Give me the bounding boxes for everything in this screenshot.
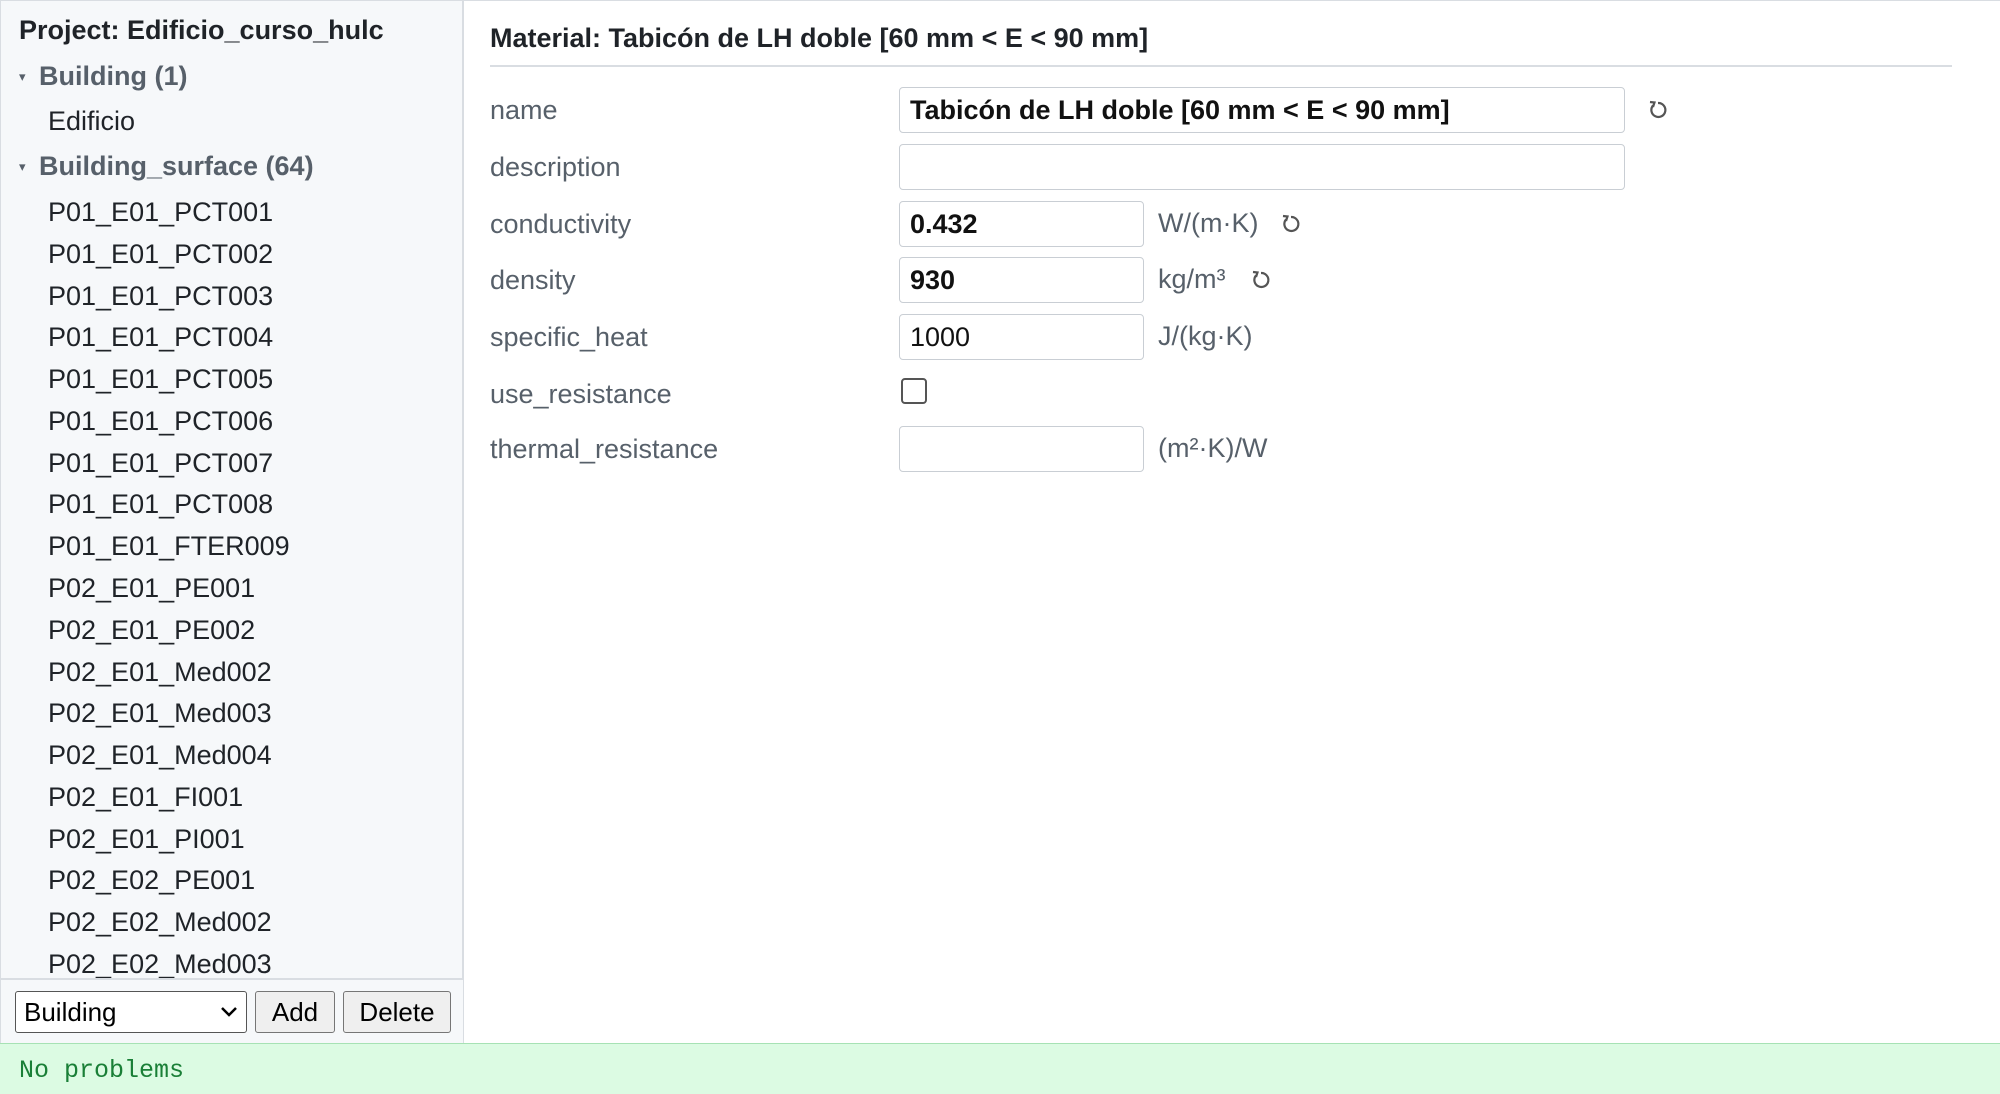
thermal-resistance-field[interactable]	[899, 426, 1144, 472]
tree-item[interactable]: P02_E01_FI001	[48, 782, 243, 813]
material-editor: Material: Tabicón de LH doble [60 mm < E…	[464, 0, 2000, 1043]
specific-heat-unit: J/(kg·K)	[1158, 321, 1253, 351]
project-tree[interactable]: Project: Edificio_curso_hulc ▾ Building …	[1, 1, 463, 978]
tree-item[interactable]: P01_E01_PCT006	[48, 406, 273, 437]
type-select-value: Building	[24, 996, 117, 1027]
delete-button[interactable]: Delete	[343, 991, 451, 1033]
tree-item[interactable]: P01_E01_PCT001	[48, 197, 273, 228]
chevron-down-icon	[220, 1002, 238, 1023]
use-resistance-label: use_resistance	[490, 379, 672, 409]
specific-heat-label: specific_heat	[490, 322, 648, 352]
tree-item[interactable]: Edificio	[48, 106, 135, 137]
add-button[interactable]: Add	[255, 991, 335, 1033]
title-divider	[490, 65, 1952, 67]
description-field[interactable]	[899, 144, 1625, 190]
thermal-resistance-label: thermal_resistance	[490, 434, 719, 464]
tree-item[interactable]: P01_E01_PCT005	[48, 364, 273, 395]
tree-item[interactable]: P01_E01_PCT008	[48, 489, 273, 520]
caret-down-icon: ▾	[19, 68, 26, 84]
tree-item[interactable]: P02_E01_PE002	[48, 615, 255, 646]
status-message: No problems	[19, 1056, 185, 1085]
tree-item[interactable]: P01_E01_PCT004	[48, 322, 273, 353]
specific-heat-field[interactable]: 1000	[899, 314, 1144, 360]
reset-icon[interactable]	[1250, 269, 1272, 291]
status-bar: No problems	[0, 1043, 2000, 1094]
app-window: Project: Edificio_curso_hulc ▾ Building …	[0, 0, 2000, 1094]
tree-item[interactable]: P01_E01_PCT007	[48, 448, 273, 479]
use-resistance-checkbox[interactable]	[901, 378, 927, 404]
tree-item[interactable]: P01_E01_PCT002	[48, 239, 273, 270]
density-field[interactable]: 930	[899, 257, 1144, 303]
group-label: Building (1)	[39, 61, 188, 91]
project-title: Project: Edificio_curso_hulc	[19, 15, 384, 45]
caret-down-icon: ▾	[19, 158, 26, 174]
conductivity-label: conductivity	[490, 209, 632, 239]
reset-icon[interactable]	[1280, 213, 1302, 235]
reset-icon[interactable]	[1647, 99, 1669, 121]
tree-item[interactable]: P02_E01_Med003	[48, 698, 272, 729]
description-label: description	[490, 152, 621, 182]
tree-item[interactable]: P01_E01_FTER009	[48, 531, 290, 562]
group-label: Building_surface (64)	[39, 151, 314, 181]
tree-item[interactable]: P02_E01_Med002	[48, 657, 272, 688]
conductivity-unit: W/(m·K)	[1158, 208, 1259, 238]
tree-item[interactable]: P02_E02_Med002	[48, 907, 272, 938]
name-field[interactable]: Tabicón de LH doble [60 mm < E < 90 mm]	[899, 87, 1625, 133]
tree-item[interactable]: P02_E02_PE001	[48, 865, 255, 896]
conductivity-field[interactable]: 0.432	[899, 201, 1144, 247]
group-header-building[interactable]: ▾ Building (1)	[19, 61, 187, 92]
tree-item[interactable]: P02_E01_PE001	[48, 573, 255, 604]
name-label: name	[490, 95, 558, 125]
tree-item[interactable]: P02_E01_Med004	[48, 740, 272, 771]
tree-item[interactable]: P02_E02_Med003	[48, 949, 272, 978]
page-title: Material: Tabicón de LH doble [60 mm < E…	[490, 23, 1149, 53]
tree-item[interactable]: P01_E01_PCT003	[48, 281, 273, 312]
density-label: density	[490, 265, 576, 295]
sidebar: Project: Edificio_curso_hulc ▾ Building …	[0, 0, 464, 1044]
type-select[interactable]: Building	[15, 991, 247, 1033]
sidebar-footer: Building Add Delete	[1, 978, 463, 1044]
tree-item[interactable]: P02_E01_PI001	[48, 824, 245, 855]
group-header-building-surface[interactable]: ▾ Building_surface (64)	[19, 151, 314, 182]
density-unit: kg/m³	[1158, 264, 1226, 294]
thermal-resistance-unit: (m²·K)/W	[1158, 433, 1268, 463]
